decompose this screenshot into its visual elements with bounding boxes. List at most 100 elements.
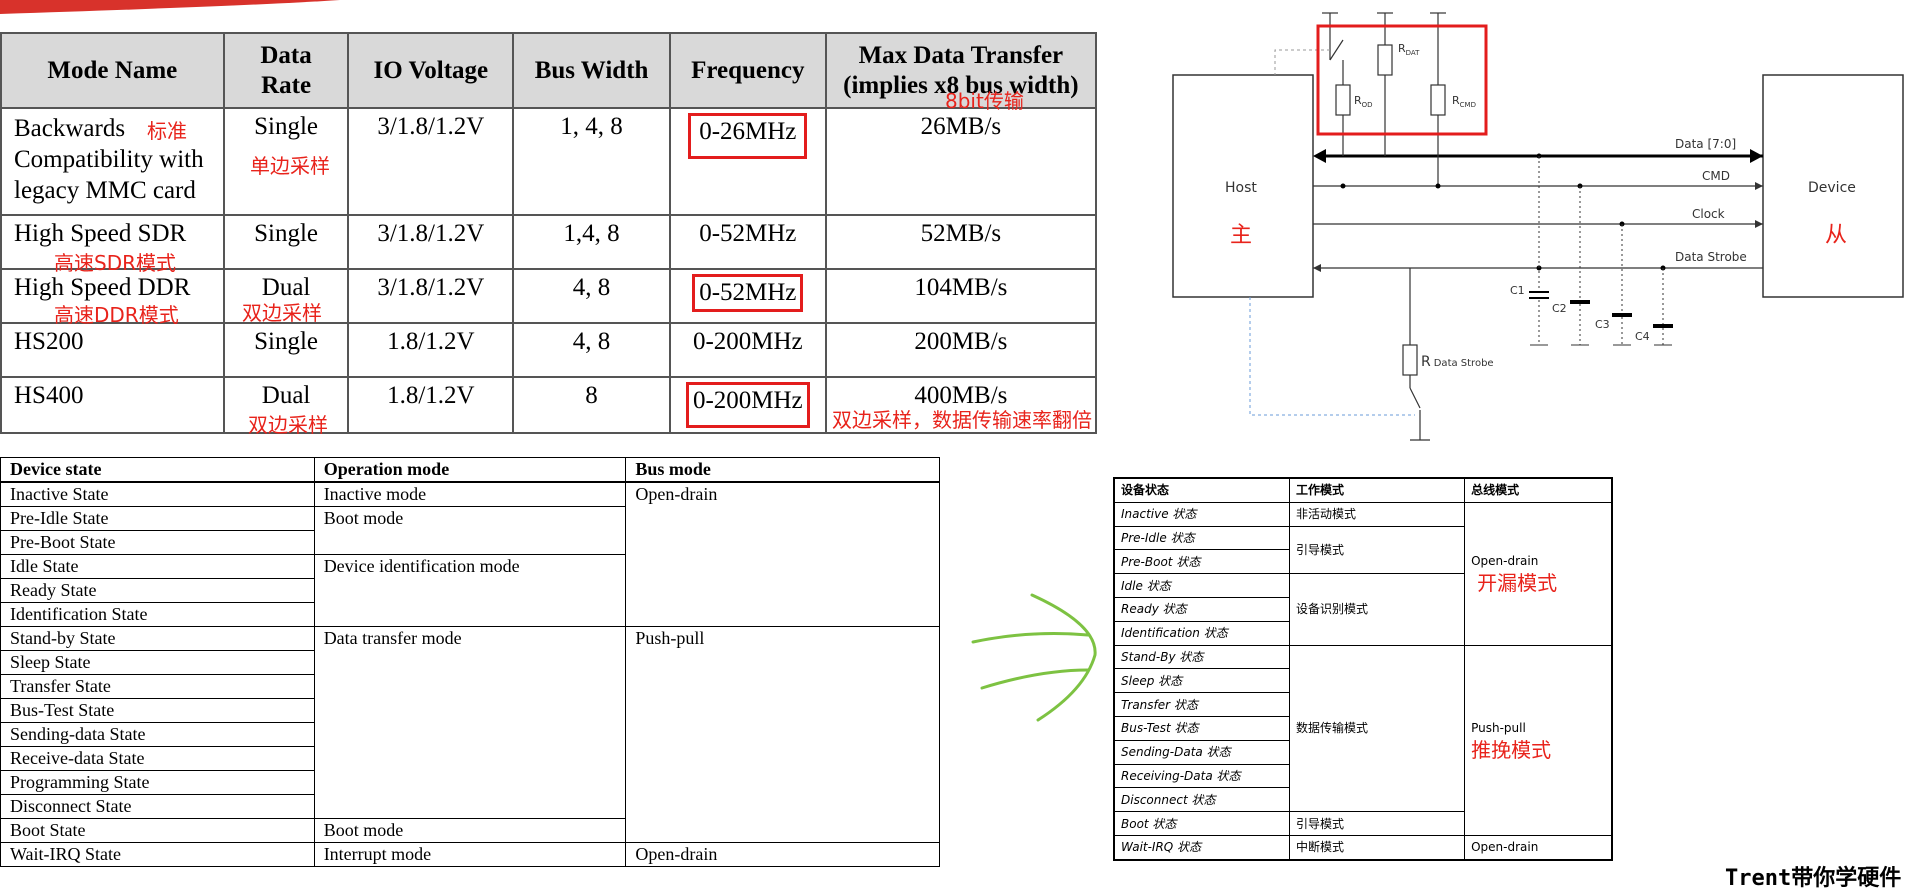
state-cell: Receive-data State	[0, 746, 315, 771]
op-mode-cell: 非活动模式	[1288, 501, 1466, 527]
bus-mode-cell: Push-pull 推挽模式	[1464, 644, 1613, 836]
annotation-8bit: 8bit传输	[945, 89, 1024, 113]
state-cell: Bus-Test State	[0, 698, 315, 723]
annotation-single-edge: 单边采样	[250, 154, 330, 178]
signal-cmd-label: CMD	[1702, 169, 1730, 183]
op-mode-cell: 引导模式	[1288, 525, 1466, 575]
frequency: 0-52MHz	[668, 268, 827, 324]
op-mode-cell: Interrupt mode	[313, 842, 627, 867]
state-cell: Ready 状态	[1113, 596, 1290, 622]
io-voltage: 1.8/1.2V	[347, 376, 515, 434]
op-mode-cell: 引导模式	[1288, 811, 1466, 836]
table-row: Wait-IRQ State Interrupt mode Open-drain	[0, 842, 940, 867]
host-label: Host	[1225, 180, 1257, 196]
op-mode-cell: Boot mode	[313, 506, 627, 555]
col-mode-name: Mode Name	[0, 32, 225, 109]
frequency: 0-26MHz	[668, 107, 827, 216]
io-voltage: 3/1.8/1.2V	[347, 107, 515, 216]
state-cell: Pre-Boot State	[0, 530, 315, 555]
annotation-push-pull: 推挽模式	[1471, 737, 1552, 762]
state-cell: Disconnect State	[0, 794, 315, 819]
state-cell: Boot State	[0, 818, 315, 843]
bus-width: 4, 8	[512, 268, 671, 324]
op-mode-cell: 中断模式	[1288, 834, 1466, 861]
bus-mode-cell: Push-pull	[625, 626, 940, 843]
state-cell: Stand-by State	[0, 626, 315, 651]
max-transfer: 26MB/s	[824, 107, 1098, 216]
io-voltage: 3/1.8/1.2V	[347, 268, 515, 324]
state-cell: Wait-IRQ 状态	[1113, 834, 1290, 861]
bus-mode-cell: Open-drain	[625, 842, 940, 867]
col-operation-mode: Operation mode	[313, 457, 627, 483]
resistor-rds	[1402, 344, 1418, 376]
bus-width: 8	[512, 376, 671, 434]
bus-mode-cell: Open-drain	[1464, 834, 1613, 861]
resistor-rcmd	[1430, 84, 1446, 116]
signal-data-label: Data [7:0]	[1675, 137, 1736, 151]
signal-clock-label: Clock	[1692, 207, 1725, 221]
resistor-rod	[1335, 84, 1351, 116]
highlight-box: 0-52MHz	[692, 274, 804, 312]
op-mode-cell: Inactive mode	[313, 481, 627, 507]
annotation-dual-edge: 双边采样	[242, 301, 322, 325]
host-cn-label: 主	[1230, 223, 1252, 248]
state-cell: Sending-data State	[0, 722, 315, 747]
io-voltage: 1.8/1.2V	[347, 322, 515, 378]
col-operation-mode: 工作模式	[1288, 477, 1466, 503]
frequency: 0-52MHz	[668, 214, 827, 270]
op-mode-cell: Boot mode	[313, 818, 627, 843]
op-mode-cell: Device identification mode	[313, 554, 627, 627]
annotation-standard: 标准	[147, 119, 187, 143]
data-bus-arrow-right	[1750, 149, 1763, 163]
state-cell: Idle 状态	[1113, 573, 1290, 598]
data-bus-arrow-left	[1313, 149, 1326, 163]
label-rcmd: RCMD	[1452, 94, 1476, 109]
table-row: Inactive State Inactive mode Open-drain	[0, 481, 940, 627]
table-row: Stand-by State Data transfer mode Push-p…	[0, 626, 940, 843]
state-cell: Disconnect 状态	[1113, 787, 1290, 813]
annotation-open-drain: 开漏模式	[1477, 571, 1558, 596]
label-rod: ROD	[1354, 94, 1373, 109]
state-cell: Transfer State	[0, 674, 315, 699]
op-mode-cell: 设备识别模式	[1288, 573, 1466, 646]
max-transfer: 200MB/s	[824, 322, 1098, 378]
col-bus-mode: Bus mode	[625, 457, 940, 483]
col-device-state: Device state	[0, 457, 315, 483]
op-mode-cell: 数据传输模式	[1288, 644, 1466, 813]
annotation-dual-rate: 双边采样，数据传输速率翻倍	[832, 408, 1092, 432]
emmc-bus-diagram: Host Device 主 从 Data [7:0] CMD Clock Dat…	[1172, 12, 1904, 441]
bus-width: 1,4, 8	[512, 214, 671, 270]
state-cell: Ready State	[0, 578, 315, 603]
cap-c3-label: C3	[1595, 318, 1610, 331]
bus-width: 1, 4, 8	[512, 107, 671, 216]
col-device-state: 设备状态	[1113, 477, 1290, 503]
state-cell: Inactive State	[0, 481, 315, 507]
max-transfer: 52MB/s	[824, 214, 1098, 270]
device-state-table: Device state Operation mode Bus mode Ina…	[0, 457, 940, 867]
switch	[1329, 39, 1344, 61]
state-cell: Sleep 状态	[1113, 668, 1290, 694]
data-rate: Single	[222, 214, 350, 270]
bus-mode-cell: Open-drain	[625, 481, 940, 627]
cap-c2-label: C2	[1552, 302, 1567, 315]
bus-width: 4, 8	[512, 322, 671, 378]
state-cell: Boot 状态	[1113, 811, 1290, 836]
cap-c4-label: C4	[1635, 330, 1650, 343]
col-bus-mode: 总线模式	[1464, 477, 1613, 503]
state-cell: Pre-Boot 状态	[1113, 549, 1290, 575]
state-cell: Identification State	[0, 602, 315, 627]
annotation-hs-ddr: 高速DDR模式	[54, 303, 179, 327]
op-mode-cell: Data transfer mode	[313, 626, 627, 819]
watermark: Trent带你学硬件	[1725, 866, 1902, 891]
state-cell: Identification 状态	[1113, 620, 1290, 646]
state-cell: Bus-Test 状态	[1113, 715, 1290, 741]
cn-device-state-table: 设备状态 工作模式 总线模式 Inactive 状态 非活动模式 Open-dr…	[1113, 477, 1613, 861]
col-data-rate: Data Rate	[222, 32, 350, 109]
col-io-voltage: IO Voltage	[347, 32, 515, 109]
state-cell: Inactive 状态	[1113, 501, 1290, 527]
decorative-swoosh	[0, 0, 340, 14]
cap-c1-label: C1	[1510, 284, 1525, 297]
state-cell: Sleep State	[0, 650, 315, 675]
state-cell: Receiving-Data 状态	[1113, 763, 1290, 789]
annotation-hs-sdr: 高速SDR模式	[54, 251, 176, 275]
